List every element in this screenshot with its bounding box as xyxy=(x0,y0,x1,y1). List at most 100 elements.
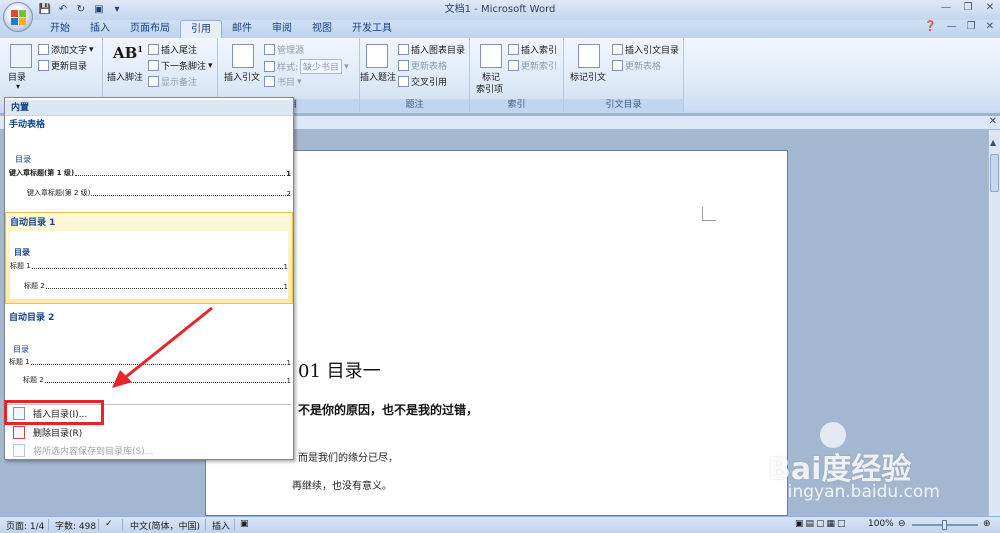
next-footnote-label: 下一条脚注 xyxy=(161,62,207,72)
chevron-down-icon: ▾ xyxy=(89,44,94,55)
window-controls: — ❐ ✕ xyxy=(940,2,996,14)
undo-icon[interactable]: ↶ xyxy=(56,3,70,17)
office-button[interactable] xyxy=(3,2,33,32)
insert-caption-button[interactable]: 插入题注 xyxy=(360,70,396,83)
tab-5[interactable]: 审阅 xyxy=(262,20,302,38)
tab-1[interactable]: 插入 xyxy=(80,20,120,38)
update-toc-label: 更新目录 xyxy=(51,62,88,72)
update-table-label: 更新表格 xyxy=(411,62,448,72)
footnote-ab-sup: 1 xyxy=(137,44,143,54)
builtin-header: 内置 xyxy=(5,100,293,116)
update-index-label: 更新索引 xyxy=(521,62,558,72)
insert-mode[interactable]: 插入 xyxy=(212,519,230,532)
mark-citation-icon xyxy=(578,44,600,68)
save-to-gallery-icon xyxy=(13,444,25,457)
restore-icon[interactable]: ❐ xyxy=(967,21,976,32)
manage-sources-button[interactable]: 管理源 xyxy=(264,43,304,56)
update-table-button[interactable]: 更新表格 xyxy=(398,59,447,72)
style-selector[interactable]: 样式: 缺少书目 ▾ xyxy=(264,59,349,74)
insert-table-of-figures-button[interactable]: 插入图表目录 xyxy=(398,43,465,56)
style-label: 样式: xyxy=(277,63,299,73)
show-notes-button[interactable]: 显示备注 xyxy=(148,75,197,88)
table-of-figures-icon xyxy=(398,44,409,55)
zoom-out-icon[interactable]: ⊖ xyxy=(898,519,906,529)
minimize-icon[interactable]: — xyxy=(940,2,952,14)
scroll-up-icon[interactable]: ▲ xyxy=(990,138,996,147)
endnote-icon xyxy=(148,44,159,55)
insert-toa-label: 插入引文目录 xyxy=(625,46,680,56)
insert-endnote-button[interactable]: 插入尾注 xyxy=(148,43,197,56)
add-text-button[interactable]: 添加文字 ▾ xyxy=(38,43,94,56)
mark-entry-icon xyxy=(480,44,502,68)
insert-endnote-label: 插入尾注 xyxy=(161,46,198,56)
remove-toc-menu-item[interactable]: 删除目录(R) xyxy=(9,424,291,441)
auto-toc-1-option[interactable]: 自动目录 1 目录 标题 11 标题 21 xyxy=(5,212,293,304)
tab-4[interactable]: 邮件 xyxy=(222,20,262,38)
caption-group-label: 题注 xyxy=(360,99,469,112)
bibliography-button[interactable]: 书目 ▾ xyxy=(264,75,302,88)
scrollbar-thumb[interactable] xyxy=(990,154,999,192)
zoom-in-icon[interactable]: ⊕ xyxy=(983,519,991,529)
restore-icon[interactable]: ❐ xyxy=(962,2,974,14)
status-bar: 页面: 1/4 字数: 498 ✓ 中文(简体，中国) 插入 ▣ ▣▤▢▦□ 1… xyxy=(0,516,1000,533)
style-select[interactable]: 缺少书目 xyxy=(300,59,343,74)
manual-toc-preview[interactable]: 目录 键入章标题(第 1 级) 1 键入章标题(第 2 级) 2 xyxy=(9,134,291,204)
chevron-down-icon: ▾ xyxy=(344,61,349,72)
close-icon[interactable]: ✕ xyxy=(989,116,997,127)
remove-toc-icon xyxy=(13,426,25,439)
red-arrow-annotation xyxy=(112,306,213,388)
tab-2[interactable]: 页面布局 xyxy=(120,20,180,38)
tab-6[interactable]: 视图 xyxy=(302,20,342,38)
vertical-scrollbar[interactable]: ▲ xyxy=(988,130,1000,516)
zoom-slider-thumb[interactable] xyxy=(942,520,947,530)
macro-record-icon[interactable]: ▣ xyxy=(240,519,249,529)
chevron-down-icon[interactable]: ▾ xyxy=(16,82,20,91)
redo-icon[interactable]: ↻ xyxy=(74,3,88,17)
footnote-ab-glyph: AB xyxy=(113,44,138,62)
insert-citation-button[interactable]: 插入引文 xyxy=(224,70,260,83)
preview-line: 键入章标题(第 1 级) 1 xyxy=(9,169,291,178)
minimize-icon[interactable]: — xyxy=(947,21,957,32)
preview-line: 标题 21 xyxy=(24,282,288,291)
manage-sources-icon xyxy=(264,44,275,55)
quick-access-toolbar: 💾 ↶ ↻ ▣ ▾ xyxy=(38,2,124,17)
preview-title: 目录 xyxy=(15,155,31,164)
cross-reference-button[interactable]: 交叉引用 xyxy=(398,75,447,88)
style-icon xyxy=(264,61,275,72)
help-icon[interactable]: ❓ xyxy=(924,21,936,32)
save-icon[interactable]: 💾 xyxy=(38,3,52,17)
print-preview-icon[interactable]: ▣ xyxy=(92,3,106,17)
auto-toc-1-preview: 目录 标题 11 标题 21 xyxy=(10,231,288,299)
mark-citation-button[interactable]: 标记引文 xyxy=(570,70,606,83)
proofing-icon[interactable]: ✓ xyxy=(105,519,113,529)
update-toa-button[interactable]: 更新表格 xyxy=(612,59,661,72)
insert-footnote-button[interactable]: 插入脚注 xyxy=(107,70,143,83)
zoom-level[interactable]: 100% xyxy=(868,519,894,529)
ribbon-controls: ❓ — ❐ ✕ xyxy=(924,21,994,32)
close-icon[interactable]: ✕ xyxy=(984,2,996,14)
window-title: 文档1 - Microsoft Word xyxy=(444,4,556,15)
mark-entry-button-line2[interactable]: 索引项 xyxy=(476,82,503,95)
tab-0[interactable]: 开始 xyxy=(40,20,80,38)
update-toc-button[interactable]: 更新目录 xyxy=(38,59,87,72)
update-index-button[interactable]: 更新索引 xyxy=(508,59,557,72)
dropdown-icon[interactable]: ▾ xyxy=(110,3,124,17)
tab-7[interactable]: 开发工具 xyxy=(342,20,402,38)
preview-title: 目录 xyxy=(13,345,29,354)
page-count[interactable]: 页面: 1/4 xyxy=(6,519,44,532)
insert-index-button[interactable]: 插入索引 xyxy=(508,43,557,56)
insert-toa-button[interactable]: 插入引文目录 xyxy=(612,43,679,56)
margin-corner-mark xyxy=(702,207,716,221)
next-footnote-button[interactable]: 下一条脚注 ▾ xyxy=(148,59,213,72)
preview-line: 键入章标题(第 2 级) 2 xyxy=(27,189,291,198)
next-footnote-icon xyxy=(148,60,159,71)
insert-index-icon xyxy=(508,44,519,55)
document-heading: 01 目录一 xyxy=(298,361,381,382)
language-indicator[interactable]: 中文(简体，中国) xyxy=(130,519,200,532)
toa-group: 标记引文 插入引文目录 更新表格 引文目录 xyxy=(564,38,684,112)
close-icon[interactable]: ✕ xyxy=(986,21,994,32)
word-count[interactable]: 字数: 498 xyxy=(55,519,96,532)
save-selection-menu-item[interactable]: 将所选内容保存到目录库(S)... xyxy=(9,442,291,459)
view-buttons[interactable]: ▣▤▢▦□ xyxy=(795,519,848,529)
tab-3[interactable]: 引用 xyxy=(180,20,222,38)
